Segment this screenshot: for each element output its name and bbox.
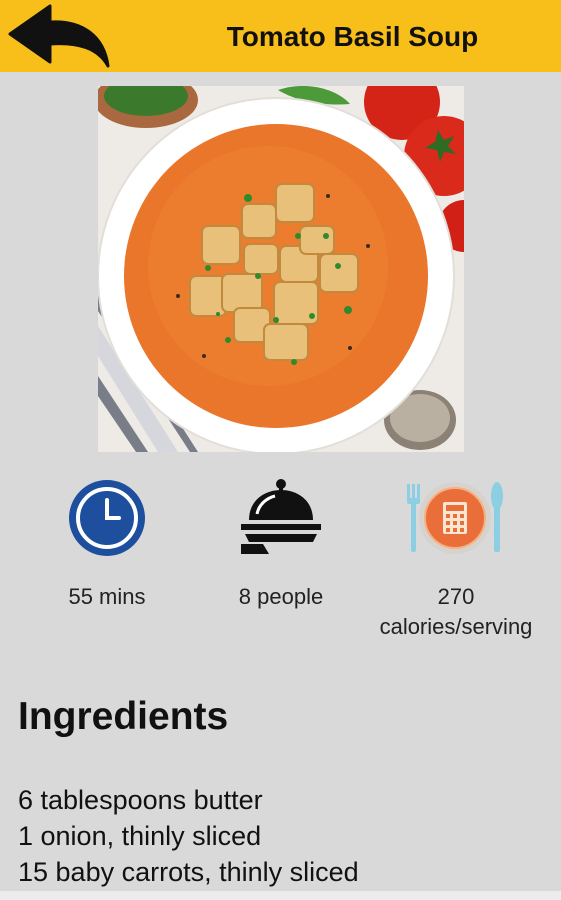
clock-icon	[69, 480, 145, 556]
back-arrow-icon[interactable]	[6, 4, 112, 70]
back-button[interactable]	[6, 4, 112, 70]
stat-cook-time: 55 mins	[22, 468, 192, 612]
serving-cloche-icon	[241, 479, 321, 554]
page-title: Tomato Basil Soup	[226, 21, 479, 52]
cook-time-label: 55 mins	[68, 584, 146, 609]
stat-servings: 8 people	[196, 468, 366, 612]
bottom-edge	[0, 891, 561, 900]
calculator-plate-icon	[407, 482, 503, 554]
list-item: 6 tablespoons butter	[18, 785, 263, 815]
ingredients-heading: Ingredients	[18, 695, 229, 738]
top-bar: Tomato Basil Soup	[0, 0, 561, 72]
calories-label: 270 calories/serving	[379, 584, 533, 639]
ingredients-list: 6 tablespoons butter 1 onion, thinly sli…	[18, 782, 359, 890]
list-item: 1 onion, thinly sliced	[18, 821, 262, 851]
servings-label: 8 people	[238, 584, 324, 609]
stat-calories: 270 calories/serving	[371, 468, 541, 642]
recipe-image	[98, 86, 464, 452]
list-item: 15 baby carrots, thinly sliced	[18, 857, 359, 887]
